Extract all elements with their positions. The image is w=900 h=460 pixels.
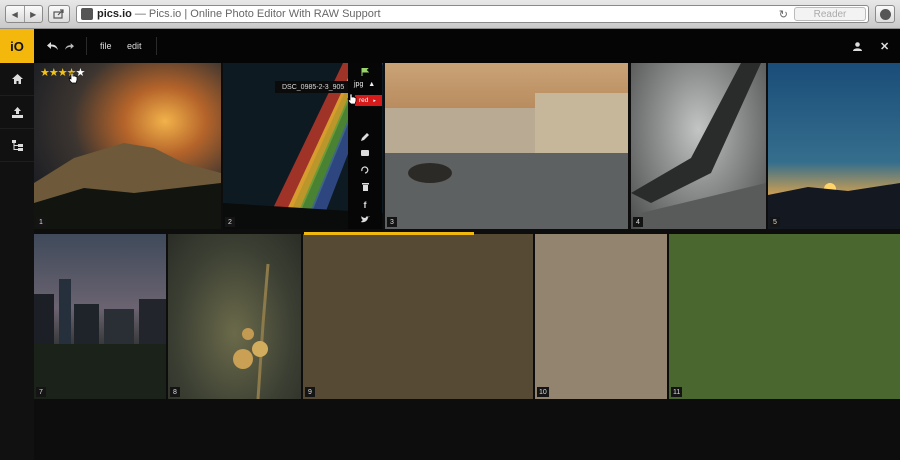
tag-icon [361,150,369,156]
downloads-button[interactable] [875,5,895,23]
filename-tooltip: DSC_0985-2-3_905 [275,81,348,93]
twitter-icon [360,216,370,223]
reload-icon[interactable]: ↻ [779,8,788,21]
edit-button[interactable] [348,133,382,141]
app-logo[interactable]: iO [0,29,34,63]
tree-icon [11,139,23,151]
photo-number: 11 [671,387,683,397]
photo-number: 8 [170,387,180,397]
photo-number: 3 [387,217,397,227]
photo-number: 9 [305,387,315,397]
photo-tile[interactable]: 9 [303,234,533,399]
flag-button[interactable] [348,68,382,76]
photo-tile[interactable]: 3 [385,63,628,229]
forward-arrow-icon[interactable]: ▶ [25,6,43,22]
photo-tile[interactable]: 11 [669,234,900,399]
upload-icon [11,106,23,118]
close-icon[interactable]: ✕ [880,29,889,63]
photo-number: 2 [225,217,235,227]
share-button[interactable] [48,5,70,23]
city-square-image [385,93,628,229]
redo-button[interactable] [65,29,74,63]
delete-button[interactable] [348,183,382,191]
photo-number: 7 [36,387,46,397]
dropdown-arrow-icon: ▸ [373,97,376,104]
share-icon [53,9,64,19]
photo-tile[interactable]: 10 [535,234,667,399]
photo-tile[interactable]: 4 [631,63,766,229]
file-extension: jpg ▲ [354,81,375,88]
plant-image [233,263,270,399]
sidebar-upload-button[interactable] [0,96,34,129]
trash-icon [361,183,369,191]
photo-number: 1 [36,217,46,227]
file-extension-label: jpg [354,81,364,88]
photo-tile[interactable]: 5 [768,63,900,229]
color-tag-label: red [359,97,369,104]
sidebar-home-button[interactable] [0,63,34,96]
rotate-button[interactable] [348,166,382,174]
address-bar[interactable]: pics.io — Pics.io | Online Photo Editor … [76,5,869,23]
photo-tile[interactable]: ★★★★★ 1 [34,63,221,229]
reader-button[interactable]: Reader [794,7,866,21]
browser-toolbar: ◀ ▶ pics.io — Pics.io | Online Photo Edi… [0,0,900,29]
page-title: — Pics.io | Online Photo Editor With RAW… [134,8,381,20]
facebook-icon[interactable]: f [348,200,382,210]
sunset-image [768,183,900,229]
menu-edit[interactable]: edit [127,29,142,63]
star-icon[interactable]: ★ [40,67,50,79]
google-drive-icon: ▲ [368,81,376,88]
pencil-icon [361,133,369,141]
toolbar-divider [86,37,87,55]
photo-tile[interactable]: 7 [34,234,166,399]
top-toolbar: file edit ✕ [34,29,900,63]
photo-number: 4 [633,217,643,227]
tag-button[interactable] [348,150,382,156]
undo-icon [47,42,58,50]
color-tag-red[interactable]: red ▸ [355,95,382,106]
user-button[interactable] [853,29,862,63]
star-icon[interactable]: ★ [49,67,59,79]
hand-cursor-icon [68,72,78,84]
download-icon [879,8,891,20]
photo-number: 5 [770,217,780,227]
mountain-image [34,143,221,229]
photo-tile[interactable]: 8 [168,234,301,399]
flag-icon [361,68,369,76]
twitter-button[interactable] [348,216,382,223]
address-host: pics.io [97,8,132,20]
undo-button[interactable] [47,29,58,63]
loading-progress-bar [304,232,474,235]
star-icon[interactable]: ★ [58,67,68,79]
toolbar-divider [156,37,157,55]
home-icon [11,74,23,84]
menu-file[interactable]: file [100,29,112,63]
photo-number: 10 [537,387,549,397]
redo-icon [65,42,74,50]
hand-cursor-icon [347,93,357,105]
user-icon [853,41,862,51]
sidebar-tree-button[interactable] [0,129,34,162]
aircraft-image [631,63,766,229]
skyline-image [34,279,166,399]
back-arrow-icon[interactable]: ◀ [6,6,25,22]
back-forward-buttons[interactable]: ◀ ▶ [5,5,43,23]
favicon-icon [81,8,93,20]
sidebar [0,63,34,460]
rotate-icon [361,166,369,174]
